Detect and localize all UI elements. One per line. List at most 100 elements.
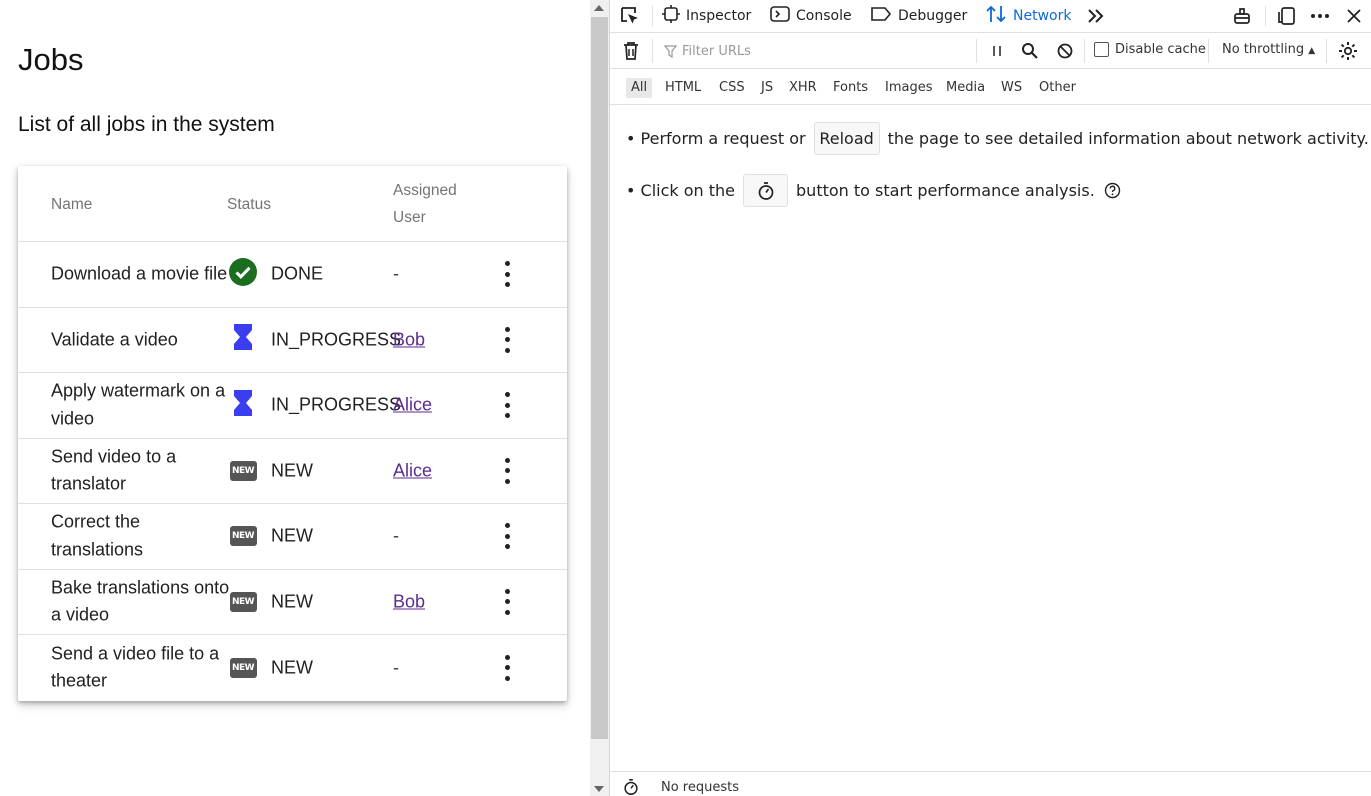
job-status: NEW — [271, 657, 313, 678]
tab-debugger[interactable]: Debugger — [870, 0, 967, 32]
column-header-status: Status — [227, 196, 271, 213]
job-name: Apply watermark on a video — [51, 380, 226, 429]
network-filter-bar: Disable cache No throttling ▲︎ — [610, 33, 1371, 69]
status-icon-cell — [229, 389, 257, 419]
help-icon[interactable] — [1104, 182, 1121, 199]
scroll-up-arrow-icon[interactable] — [594, 5, 604, 11]
select-arrows-icon: ▲︎ — [1308, 46, 1316, 56]
dock-icon[interactable] — [1230, 4, 1254, 28]
job-name: Bake translations onto a video — [51, 577, 230, 625]
job-name: Correct the translations — [51, 511, 144, 560]
type-filter-fonts[interactable]: Fonts — [828, 78, 873, 98]
tab-network[interactable]: Network — [985, 0, 1071, 32]
row-actions-menu-icon[interactable] — [498, 588, 516, 615]
jobs-app: Jobs List of all jobs in the system Name… — [0, 0, 590, 796]
job-name: Send a video file to a theater — [51, 643, 220, 691]
inspector-icon — [662, 5, 680, 27]
column-header-assigned-user: Assigned User — [393, 182, 457, 226]
table-header: Name Status Assigned User — [18, 166, 567, 242]
more-options-icon[interactable] — [1308, 4, 1332, 28]
table-body: Download a movie file DONE - Validate a … — [18, 242, 567, 701]
close-devtools-icon[interactable] — [1342, 4, 1366, 28]
hourglass-icon — [233, 323, 253, 356]
filter-urls-input[interactable] — [662, 40, 972, 62]
job-status: NEW — [271, 525, 313, 546]
tab-inspector[interactable]: Inspector — [662, 0, 751, 32]
job-status: IN_PROGRESS — [271, 329, 402, 350]
type-filter-images[interactable]: Images — [880, 78, 938, 98]
settings-gear-icon[interactable] — [1337, 40, 1359, 62]
trash-icon[interactable] — [620, 40, 642, 62]
performance-analysis-button[interactable] — [743, 174, 789, 207]
status-icon-cell: NEW — [229, 588, 257, 616]
throttling-select[interactable]: No throttling ▲︎ — [1222, 42, 1315, 57]
row-actions-menu-icon[interactable] — [498, 392, 516, 419]
block-requests-icon[interactable] — [1054, 40, 1076, 62]
table-row: Correct the translations NEW NEW - — [18, 504, 567, 570]
job-status: IN_PROGRESS — [271, 394, 402, 415]
reload-button[interactable]: Reload — [813, 122, 880, 155]
type-filter-all[interactable]: All — [626, 78, 653, 98]
job-name: Validate a video — [51, 329, 178, 349]
hint-performance: • Click on the button to start performan… — [626, 174, 1121, 207]
debugger-icon — [870, 6, 892, 26]
page-subtitle: List of all jobs in the system — [18, 113, 275, 136]
console-icon — [770, 5, 790, 27]
search-icon[interactable] — [1019, 40, 1041, 62]
scroll-down-arrow-icon[interactable] — [594, 786, 604, 792]
page-title: Jobs — [18, 42, 84, 77]
type-filter-xhr[interactable]: XHR — [784, 78, 822, 98]
stopwatch-icon[interactable] — [622, 778, 640, 796]
job-status: NEW — [271, 460, 313, 481]
devtools-toolbar: Inspector Console Debugger Network — [610, 0, 1371, 33]
table-row: Download a movie file DONE - — [18, 242, 567, 308]
pause-icon[interactable] — [986, 40, 1008, 62]
assigned-user-link[interactable]: Bob — [393, 329, 425, 350]
type-filter-media[interactable]: Media — [941, 78, 990, 98]
scrollbar-thumb[interactable] — [591, 17, 608, 739]
table-row: Send a video file to a theater NEW NEW - — [18, 635, 567, 701]
request-type-filters: All HTML CSS JS XHR Fonts Images Media WS Other — [610, 69, 1371, 105]
status-icon-cell: NEW — [229, 522, 257, 550]
tab-console[interactable]: Console — [770, 0, 852, 32]
assigned-user-link[interactable]: Alice — [393, 395, 432, 416]
table-row: Bake translations onto a video NEW NEW B… — [18, 570, 567, 635]
element-picker-icon[interactable] — [618, 4, 642, 28]
hint-reload: • Perform a request or Reload the page t… — [626, 122, 1369, 155]
type-filter-html[interactable]: HTML — [660, 78, 706, 98]
status-icon-cell — [229, 257, 257, 288]
row-actions-menu-icon[interactable] — [498, 654, 516, 681]
assigned-user-link[interactable]: Bob — [393, 591, 425, 612]
table-row: Apply watermark on a video IN_PROGRESS A… — [18, 373, 567, 439]
new-badge-icon: NEW — [229, 591, 257, 612]
new-badge-icon: NEW — [229, 657, 257, 678]
responsive-design-icon[interactable] — [1275, 4, 1299, 28]
new-badge-icon: NEW — [229, 526, 257, 547]
type-filter-css[interactable]: CSS — [714, 78, 750, 98]
disable-cache-checkbox[interactable]: Disable cache — [1094, 42, 1206, 57]
column-header-name: Name — [51, 196, 93, 213]
request-count-status: No requests — [661, 780, 739, 795]
job-status: DONE — [271, 263, 324, 284]
row-actions-menu-icon[interactable] — [498, 457, 516, 484]
type-filter-js[interactable]: JS — [756, 78, 778, 98]
type-filter-other[interactable]: Other — [1034, 78, 1081, 98]
status-icon-cell: NEW — [229, 457, 257, 485]
page-scrollbar[interactable] — [590, 0, 609, 796]
network-arrows-icon — [985, 4, 1007, 28]
row-actions-menu-icon[interactable] — [498, 326, 516, 353]
assigned-user-empty: - — [393, 525, 399, 546]
assigned-user-link[interactable]: Alice — [393, 460, 432, 481]
table-row: Validate a video IN_PROGRESS Bob — [18, 308, 567, 373]
more-tools-chevron-icon[interactable] — [1084, 4, 1108, 28]
assigned-user-empty: - — [393, 263, 399, 284]
type-filter-ws[interactable]: WS — [996, 78, 1027, 98]
new-badge-icon: NEW — [229, 460, 257, 481]
assigned-user-empty: - — [393, 657, 399, 678]
job-name: Download a movie file — [51, 263, 228, 284]
row-actions-menu-icon[interactable] — [498, 261, 516, 288]
network-status-bar: No requests — [610, 771, 1371, 796]
row-actions-menu-icon[interactable] — [498, 523, 516, 550]
table-row: Send video to a translator NEW NEW Alice — [18, 439, 567, 504]
checkbox-box[interactable] — [1094, 42, 1109, 57]
